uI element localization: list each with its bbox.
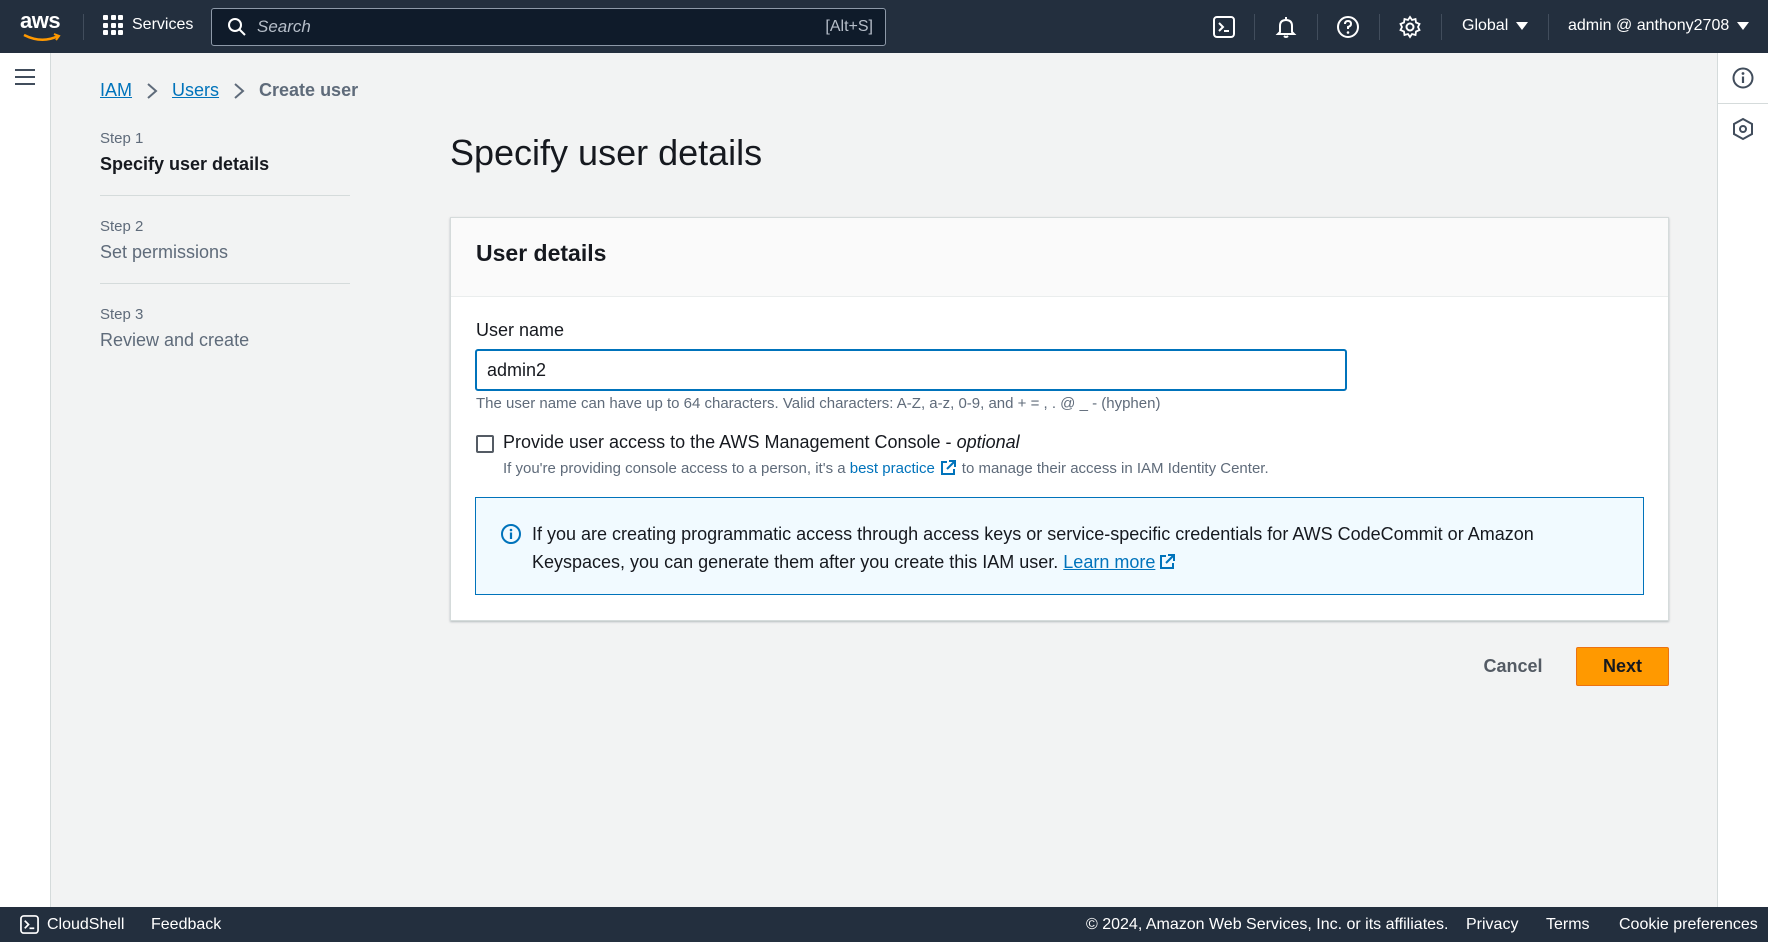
nav-divider: [83, 14, 84, 40]
breadcrumb-iam-link[interactable]: IAM: [100, 80, 132, 101]
hexagon-feature-icon[interactable]: [1731, 117, 1755, 141]
chevron-right-icon: [234, 82, 245, 99]
wizard-step-3[interactable]: Step 3 Review and create: [100, 306, 350, 371]
right-side-rail: [1717, 53, 1768, 907]
breadcrumb-current: Create user: [259, 80, 359, 100]
console-access-label[interactable]: Provide user access to the AWS Managemen…: [503, 432, 1020, 453]
nav-divider: [1548, 14, 1549, 40]
external-link-icon: [940, 460, 956, 475]
footer: CloudShell Feedback © 2024, Amazon Web S…: [0, 907, 1768, 942]
aws-logo-text: aws: [20, 8, 61, 33]
console-access-description: If you're providing console access to a …: [503, 459, 1269, 477]
step-title: Review and create: [100, 330, 250, 350]
services-menu-button[interactable]: Services: [103, 15, 193, 35]
cookie-label: Cookie preferences: [1619, 916, 1758, 933]
step-number: Step 2: [100, 218, 144, 235]
panel-header: User details: [451, 218, 1668, 297]
services-label: Services: [132, 16, 194, 33]
next-button[interactable]: Next: [1576, 647, 1669, 686]
best-practice-link[interactable]: best practice: [850, 460, 935, 477]
nav-divider: [1254, 14, 1255, 40]
region-label: Global: [1462, 17, 1509, 34]
account-label: admin @ anthony2708: [1568, 17, 1730, 34]
page-title: Specify user details: [450, 132, 763, 173]
console-access-label-text: Provide user access to the AWS Managemen…: [503, 432, 957, 452]
step-title: Specify user details: [100, 154, 270, 174]
info-panel-icon[interactable]: [1731, 66, 1755, 90]
caret-down-icon: [1737, 22, 1750, 30]
cloudshell-icon[interactable]: [1212, 15, 1236, 39]
rail-divider: [1718, 103, 1768, 104]
left-side-rail: [0, 53, 51, 907]
feedback-label: Feedback: [151, 916, 222, 933]
privacy-link[interactable]: Privacy: [1466, 916, 1518, 934]
cookie-preferences-link[interactable]: Cookie preferences: [1619, 916, 1758, 934]
info-message: If you are creating programmatic access …: [532, 524, 1534, 572]
wizard-step-1: Step 1 Specify user details: [100, 130, 350, 196]
username-constraint-text: The user name can have up to 64 characte…: [476, 395, 1161, 412]
account-menu[interactable]: admin @ anthony2708: [1568, 17, 1750, 35]
info-icon: [501, 524, 521, 544]
feedback-link[interactable]: Feedback: [151, 916, 221, 934]
optional-text: optional: [956, 432, 1020, 452]
cloudshell-footer-button[interactable]: CloudShell: [20, 915, 124, 934]
copyright-label: © 2024, Amazon Web Services, Inc. or its…: [1086, 916, 1449, 933]
console-desc-before: If you're providing console access to a …: [503, 459, 846, 477]
search-shortcut-hint: [Alt+S]: [825, 18, 873, 35]
panel-title: User details: [476, 240, 607, 266]
chevron-right-icon: [147, 82, 158, 99]
breadcrumb-users-link[interactable]: Users: [172, 80, 219, 101]
hamburger-menu-icon[interactable]: [15, 69, 35, 85]
caret-down-icon: [1516, 22, 1529, 30]
search-bar[interactable]: [Alt+S]: [211, 8, 886, 46]
step-number: Step 1: [100, 130, 144, 147]
nav-divider: [1317, 14, 1318, 40]
aws-logo[interactable]: aws: [20, 10, 64, 42]
console-access-checkbox[interactable]: [476, 435, 494, 453]
settings-gear-icon[interactable]: [1398, 15, 1422, 39]
nav-divider: [1441, 14, 1442, 40]
user-details-panel: User details User name The user name can…: [450, 217, 1669, 621]
external-link-icon: [1160, 554, 1176, 569]
help-icon[interactable]: [1336, 15, 1360, 39]
info-alert-text: If you are creating programmatic access …: [532, 520, 1619, 594]
wizard-steps: Step 1 Specify user details Step 2 Set p…: [100, 130, 350, 393]
search-icon: [228, 18, 246, 36]
cloudshell-label: CloudShell: [47, 915, 125, 933]
grid-icon: [103, 15, 123, 35]
info-alert: If you are creating programmatic access …: [475, 497, 1644, 595]
terms-link[interactable]: Terms: [1546, 916, 1590, 934]
console-desc-after: to manage their access in IAM Identity C…: [961, 459, 1269, 477]
notifications-bell-icon[interactable]: [1274, 15, 1298, 39]
search-input[interactable]: [257, 17, 797, 37]
breadcrumb: IAM Users Create user: [100, 80, 358, 101]
terms-label: Terms: [1546, 916, 1590, 933]
cancel-button[interactable]: Cancel: [1466, 647, 1560, 685]
step-title: Set permissions: [100, 242, 229, 262]
top-navigation-bar: aws Services [Alt+S]: [0, 0, 1768, 53]
nav-divider: [1379, 14, 1380, 40]
learn-more-link[interactable]: Learn more: [1063, 552, 1155, 572]
username-label: User name: [476, 320, 565, 340]
cloudshell-icon: [20, 915, 39, 934]
region-selector[interactable]: Global: [1462, 17, 1529, 35]
aws-smile-icon: [23, 33, 61, 41]
wizard-step-2[interactable]: Step 2 Set permissions: [100, 218, 350, 284]
username-input[interactable]: [475, 349, 1347, 391]
privacy-label: Privacy: [1466, 916, 1519, 933]
copyright-text: © 2024, Amazon Web Services, Inc. or its…: [1086, 916, 1448, 934]
step-number: Step 3: [100, 306, 144, 323]
